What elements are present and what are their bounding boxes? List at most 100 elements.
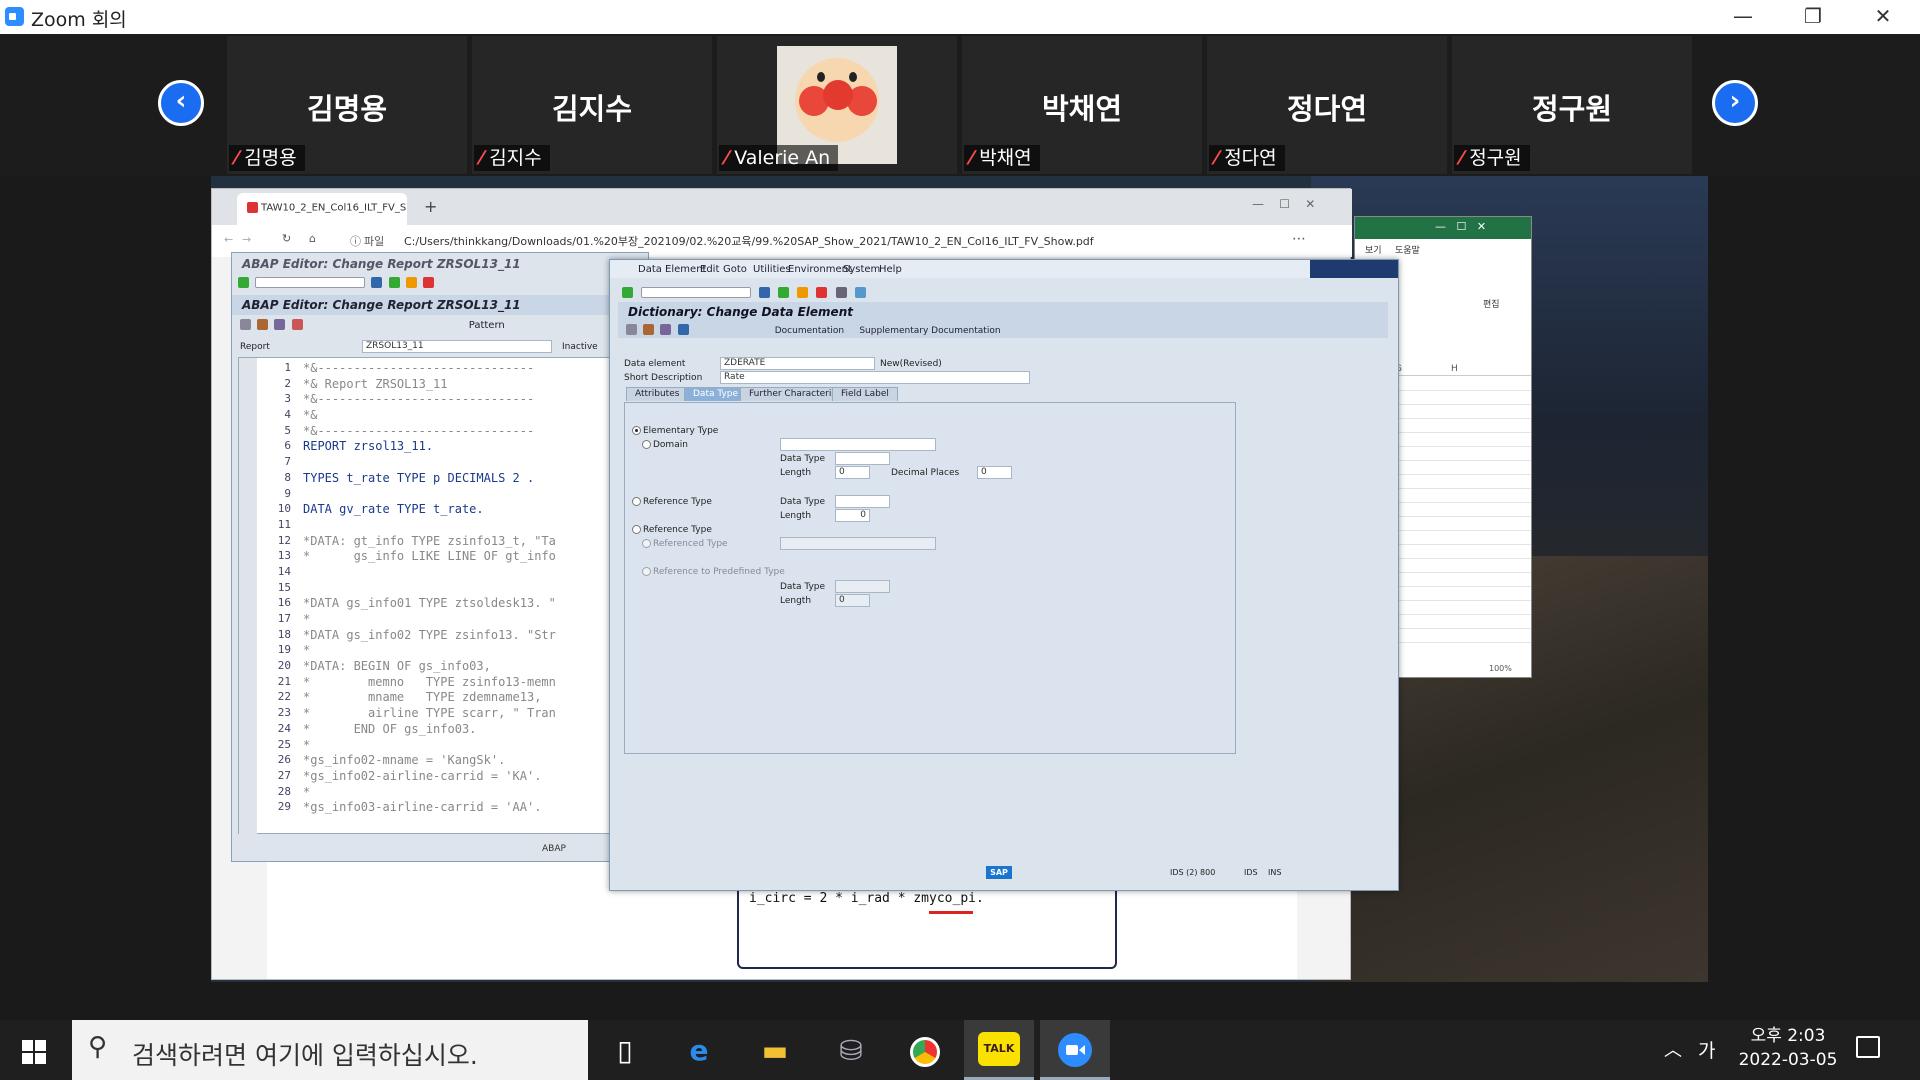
- toggle-icon[interactable]: [626, 324, 637, 335]
- domain-radio[interactable]: [642, 440, 651, 449]
- exit-icon[interactable]: [405, 277, 417, 288]
- menu-system[interactable]: System: [843, 264, 880, 275]
- code-line[interactable]: [303, 566, 556, 582]
- predefined-type-radio[interactable]: [642, 567, 651, 576]
- decimal-places-field[interactable]: 0: [977, 466, 1012, 479]
- code-line[interactable]: * gs_info LIKE LINE OF gt_info: [303, 550, 556, 566]
- menu-data-element[interactable]: Data Element: [638, 264, 706, 275]
- code-line[interactable]: * airline TYPE scarr, " Tran: [303, 707, 556, 723]
- code-editor[interactable]: 1 2 3 4 5 6 7 8 9 10 11 12 13 14 15 16 17 18 19 20 21 22 23 24 2…: [238, 357, 650, 835]
- participant-tile[interactable]: 정구원 ⁄ 정구원: [1452, 36, 1692, 174]
- activate-icon[interactable]: [257, 319, 269, 330]
- excel-zoom[interactable]: 100%: [1489, 664, 1512, 673]
- participant-tile[interactable]: 박채연 ⁄ 박채연: [962, 36, 1202, 174]
- column-h[interactable]: H: [1451, 364, 1458, 374]
- code-line[interactable]: *gs_info02-mname = 'KangSk'.: [303, 754, 556, 770]
- check-icon[interactable]: [238, 277, 249, 288]
- short-description-field[interactable]: Rate: [720, 371, 1030, 384]
- code-line[interactable]: *& Report ZRSOL13_11: [303, 378, 556, 394]
- zoom-task-button[interactable]: [1040, 1020, 1110, 1080]
- activate-icon[interactable]: [643, 324, 655, 335]
- code-line[interactable]: * mname TYPE zdemname13,: [303, 691, 556, 707]
- forward-icon[interactable]: →: [242, 233, 251, 246]
- chrome-icon[interactable]: [898, 1028, 952, 1074]
- back-icon[interactable]: [388, 277, 400, 288]
- gallery-prev-button[interactable]: ‹: [158, 80, 204, 126]
- where-used-icon[interactable]: [660, 324, 672, 335]
- code-line[interactable]: *&------------------------------: [303, 425, 556, 441]
- data-type3-field[interactable]: [835, 580, 890, 593]
- excel-edit-group[interactable]: 편집: [1483, 297, 1500, 310]
- participant-tile[interactable]: 김지수 ⁄ 김지수: [472, 36, 712, 174]
- save-icon[interactable]: [371, 277, 383, 288]
- back-icon[interactable]: [778, 287, 790, 298]
- sap-window-controls[interactable]: [1310, 260, 1398, 278]
- system-status[interactable]: IDS (2) 800: [1170, 868, 1215, 877]
- database-app-icon[interactable]: ⛁: [824, 1028, 878, 1074]
- menu-help[interactable]: Help: [879, 264, 902, 275]
- code-line[interactable]: *&------------------------------: [303, 362, 556, 378]
- menu-edit[interactable]: Edit: [700, 264, 719, 275]
- taskbar-clock[interactable]: 오후 2:03 2022-03-05: [1738, 1024, 1838, 1072]
- code-line[interactable]: *: [303, 644, 556, 660]
- close-button[interactable]: ✕: [1848, 0, 1918, 34]
- tab-attributes[interactable]: Attributes: [626, 387, 689, 401]
- data-type2-field[interactable]: [835, 495, 890, 508]
- length-field[interactable]: 0: [835, 466, 870, 479]
- home-icon[interactable]: ⌂: [309, 232, 316, 245]
- address-input[interactable]: C:/Users/thinkkang/Downloads/01.%20부장_20…: [404, 233, 1184, 249]
- where-used-icon[interactable]: [274, 319, 286, 330]
- code-line[interactable]: *gs_info02-airline-carrid = 'KA'.: [303, 770, 556, 786]
- gallery-next-button[interactable]: ›: [1712, 80, 1758, 126]
- tray-overflow-icon[interactable]: ︿: [1664, 1036, 1682, 1062]
- input-language[interactable]: 가: [1698, 1036, 1715, 1063]
- refresh-icon[interactable]: ↻: [282, 232, 291, 245]
- code-line[interactable]: *DATA: BEGIN OF gs_info03,: [303, 660, 556, 676]
- more-icon[interactable]: ⋯: [1292, 231, 1306, 247]
- code-line[interactable]: *: [303, 738, 556, 755]
- code-line[interactable]: [303, 519, 556, 535]
- data-type-field[interactable]: [835, 452, 890, 465]
- code-line[interactable]: *DATA gs_info02 TYPE zsinfo13. "Str: [303, 629, 556, 645]
- command-field[interactable]: [641, 287, 752, 298]
- referenced-type-field[interactable]: [780, 537, 936, 550]
- supplementary-doc-button[interactable]: Supplementary Documentation: [859, 326, 1000, 336]
- participant-tile[interactable]: 김명용 ⁄ 김명용: [227, 36, 467, 174]
- minimize-button[interactable]: —: [1708, 0, 1778, 34]
- participant-tile-video[interactable]: ⁄ Valerie An: [717, 36, 957, 174]
- task-view-icon[interactable]: ▯: [598, 1028, 652, 1074]
- code-line[interactable]: *&: [303, 409, 556, 425]
- length3-field[interactable]: 0: [835, 594, 870, 607]
- code-line[interactable]: *gs_info03-airline-carrid = 'AA'.: [303, 801, 556, 817]
- documentation-button[interactable]: Documentation: [775, 326, 844, 336]
- back-icon[interactable]: ←: [224, 233, 233, 246]
- code-line[interactable]: DATA gv_rate TYPE t_rate.: [303, 503, 556, 519]
- code-line[interactable]: * END OF gs_info03.: [303, 723, 556, 739]
- internet-explorer-icon[interactable]: e: [672, 1028, 726, 1074]
- toggle-icon[interactable]: [240, 319, 251, 330]
- referenced-type-radio[interactable]: [642, 539, 651, 548]
- display-object-icon[interactable]: [291, 319, 303, 330]
- excel-menu-view[interactable]: 보기: [1365, 243, 1382, 256]
- length2-field[interactable]: 0: [835, 509, 870, 522]
- elementary-type-radio[interactable]: [632, 426, 641, 435]
- save-icon[interactable]: [759, 287, 771, 298]
- participant-tile[interactable]: 정다연 ⁄ 정다연: [1207, 36, 1447, 174]
- windows-start-icon[interactable]: [22, 1040, 46, 1064]
- code-line[interactable]: [303, 456, 556, 472]
- reference-type-radio[interactable]: [632, 525, 641, 534]
- code-line[interactable]: * memno TYPE zsinfo13-memn: [303, 676, 556, 692]
- code-line[interactable]: *DATA gs_info01 TYPE ztsoldesk13. ": [303, 597, 556, 613]
- check-icon[interactable]: [622, 287, 633, 298]
- notification-icon[interactable]: [1856, 1036, 1880, 1058]
- tab-field-label[interactable]: Field Label: [832, 387, 898, 401]
- taskbar-search-box[interactable]: ⚲ 검색하려면 여기에 입력하십시오.: [72, 1020, 588, 1080]
- code-line[interactable]: [303, 488, 556, 504]
- cancel-icon[interactable]: [816, 287, 828, 298]
- excel-window-controls[interactable]: — ☐ ✕: [1435, 220, 1486, 233]
- domain-field[interactable]: [780, 438, 936, 451]
- menu-goto[interactable]: Goto: [723, 264, 747, 275]
- code-line[interactable]: TYPES t_rate TYPE p DECIMALS 2 .: [303, 472, 556, 488]
- restore-button[interactable]: ❐: [1778, 0, 1848, 34]
- code-line[interactable]: *&------------------------------: [303, 393, 556, 409]
